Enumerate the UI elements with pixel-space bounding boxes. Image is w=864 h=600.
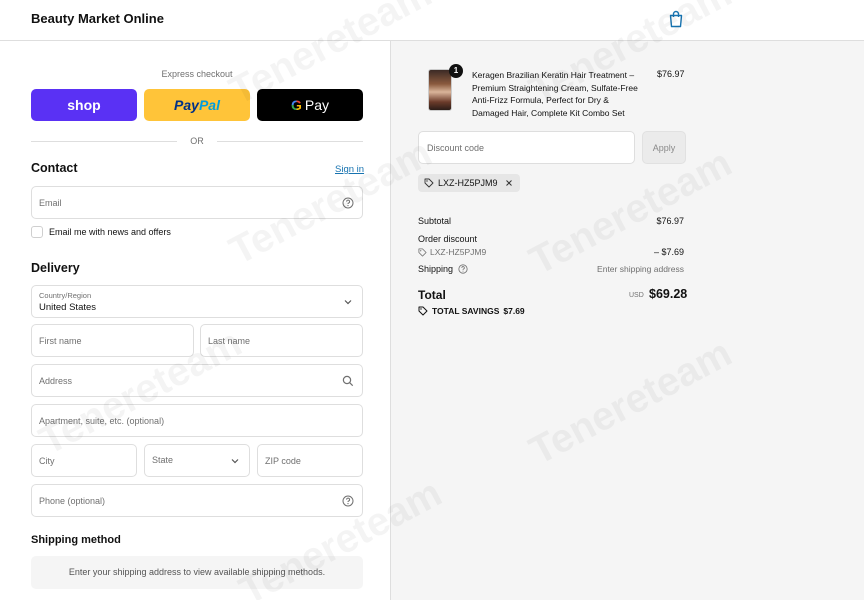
- first-name-placeholder: First name: [39, 336, 82, 346]
- address-placeholder: Address: [39, 376, 73, 386]
- city-placeholder: City: [39, 456, 55, 466]
- order-discount-label: Order discount: [418, 234, 478, 244]
- state-placeholder: State: [152, 455, 174, 465]
- applied-discount-chip: LXZ-HZ5PJM9: [418, 174, 520, 192]
- discount-code-placeholder: Discount code: [427, 143, 485, 153]
- tag-icon: [418, 306, 428, 316]
- email-placeholder: Email: [39, 198, 62, 208]
- subtotal-value: $76.97: [656, 216, 684, 226]
- discount-code-input[interactable]: Discount code: [418, 131, 635, 164]
- quantity-badge: 1: [449, 64, 463, 78]
- total-currency: USD: [629, 292, 644, 299]
- zip-field[interactable]: ZIP code: [257, 444, 363, 477]
- google-pay-label: Pay: [304, 97, 329, 113]
- paypal-button[interactable]: Pay Pal: [144, 89, 250, 121]
- newsletter-label: Email me with news and offers: [49, 227, 171, 237]
- paypal-label-part2: Pal: [198, 97, 220, 113]
- product-name: Keragen Brazilian Keratin Hair Treatment…: [472, 70, 638, 118]
- google-g-icon: G: [290, 97, 302, 113]
- country-value: United States: [39, 302, 97, 313]
- contact-title: Contact: [31, 161, 78, 175]
- phone-field[interactable]: Phone (optional): [31, 484, 363, 517]
- shop-pay-label: shop: [67, 97, 101, 113]
- divider-line-right: [217, 141, 363, 142]
- shopping-bag-icon[interactable]: [668, 10, 684, 28]
- shipping-method-title: Shipping method: [31, 534, 121, 546]
- shipping-value: Enter shipping address: [597, 264, 684, 274]
- apartment-placeholder: Apartment, suite, etc. (optional): [39, 416, 165, 426]
- savings-value: $7.69: [503, 306, 525, 316]
- order-discount-code-row: LXZ-HZ5PJM9: [418, 247, 486, 257]
- header: Beauty Market Online: [0, 0, 864, 41]
- express-checkout-label: Express checkout: [161, 69, 233, 79]
- search-icon: [342, 375, 354, 387]
- tag-icon: [424, 178, 434, 188]
- help-circle-icon[interactable]: [342, 197, 354, 209]
- order-discount-code: LXZ-HZ5PJM9: [430, 247, 487, 257]
- shipping-label: Shipping: [418, 264, 454, 274]
- last-name-placeholder: Last name: [208, 336, 251, 346]
- state-select[interactable]: State: [144, 444, 250, 477]
- subtotal-label: Subtotal: [418, 216, 452, 226]
- city-field[interactable]: City: [31, 444, 137, 477]
- phone-placeholder: Phone (optional): [39, 496, 106, 506]
- applied-discount-code: LXZ-HZ5PJM9: [438, 178, 498, 188]
- tag-icon: [418, 247, 427, 257]
- close-icon[interactable]: [504, 178, 514, 188]
- or-divider: OR: [31, 135, 363, 147]
- paypal-label-part1: Pay: [174, 97, 199, 113]
- email-field[interactable]: Email: [31, 186, 363, 219]
- total-label: Total: [418, 288, 446, 302]
- zip-placeholder: ZIP code: [265, 456, 301, 466]
- shipping-method-note: Enter your shipping address to view avai…: [31, 556, 363, 589]
- savings-label: TOTAL SAVINGS: [432, 306, 500, 316]
- store-brand[interactable]: Beauty Market Online: [31, 11, 164, 26]
- apply-discount-button[interactable]: Apply: [642, 131, 686, 164]
- last-name-field[interactable]: Last name: [200, 324, 363, 357]
- checkout-form-panel: Express checkout shop Pay Pal G Pay OR Con…: [0, 41, 390, 600]
- newsletter-checkbox[interactable]: [31, 226, 43, 238]
- chevron-down-icon: [344, 300, 352, 305]
- apartment-field[interactable]: Apartment, suite, etc. (optional): [31, 404, 363, 437]
- total-savings: TOTAL SAVINGS $7.69: [418, 306, 525, 316]
- country-select[interactable]: Country/Region United States: [31, 285, 363, 318]
- first-name-field[interactable]: First name: [31, 324, 194, 357]
- shop-pay-button[interactable]: shop: [31, 89, 137, 121]
- sign-in-link[interactable]: Sign in: [335, 164, 364, 175]
- order-discount-value: – $7.69: [653, 247, 684, 257]
- address-field[interactable]: Address: [31, 364, 363, 397]
- product-thumbnail: [428, 69, 452, 111]
- delivery-title: Delivery: [31, 261, 80, 275]
- order-summary-panel: 1 Keragen Brazilian Keratin Hair Treatme…: [390, 41, 864, 600]
- country-label: Country/Region: [39, 291, 92, 300]
- product-price: $76.97: [657, 69, 685, 79]
- help-circle-icon[interactable]: [458, 264, 468, 274]
- help-circle-icon[interactable]: [342, 495, 354, 507]
- shipping-row-label: Shipping: [418, 264, 468, 274]
- google-pay-button[interactable]: G Pay: [257, 89, 363, 121]
- total-value: $69.28: [649, 287, 688, 301]
- chevron-down-icon: [231, 459, 239, 464]
